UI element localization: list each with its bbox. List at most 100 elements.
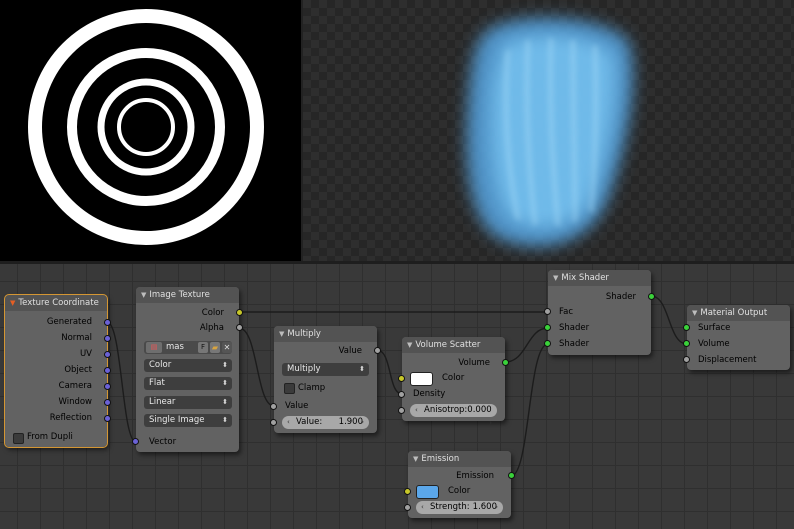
- input-color: Color: [442, 373, 465, 383]
- dropdown-arrows-icon: ⬍: [359, 365, 365, 373]
- socket-window[interactable]: [104, 399, 111, 406]
- node-header[interactable]: ▼ Multiply: [274, 326, 377, 342]
- collapse-triangle-icon[interactable]: ▼: [413, 451, 418, 467]
- node-header[interactable]: ▼ Volume Scatter: [402, 337, 505, 353]
- strength-field[interactable]: ‹ Strength: 1.600 ›: [416, 501, 503, 514]
- socket-uv[interactable]: [104, 351, 111, 358]
- texture-coordinate-node[interactable]: ▼ Texture Coordinate Generated Normal UV …: [4, 294, 111, 448]
- anisotropy-value: 0.000: [467, 405, 492, 415]
- node-header[interactable]: ▼ Texture Coordinate: [5, 295, 107, 311]
- collapse-triangle-icon[interactable]: ▼: [10, 295, 15, 311]
- input-value: Value: [285, 401, 309, 411]
- socket-alpha[interactable]: [236, 324, 243, 331]
- input-fac: Fac: [559, 307, 573, 317]
- socket-color-in[interactable]: [404, 488, 411, 495]
- multiply-node[interactable]: ▼ Multiply Value Multiply ⬍ Clamp Value ‹ …: [270, 326, 381, 433]
- input-volume: Volume: [698, 339, 730, 349]
- clamp-checkbox[interactable]: [284, 383, 295, 394]
- image-selector[interactable]: ▤ mas F ▰ ✕: [144, 341, 232, 354]
- output-volume: Volume: [458, 358, 490, 368]
- decrement-arrow-icon[interactable]: ‹: [415, 404, 418, 417]
- mix-shader-node[interactable]: ▼ Mix Shader Shader Fac Shader Shader: [544, 270, 655, 355]
- collapse-triangle-icon[interactable]: ▼: [141, 287, 146, 303]
- collapse-triangle-icon[interactable]: ▼: [553, 270, 558, 286]
- increment-arrow-icon[interactable]: ›: [489, 417, 492, 430]
- socket-shader-in-1[interactable]: [544, 324, 551, 331]
- collapse-triangle-icon[interactable]: ▼: [407, 337, 412, 353]
- socket-camera[interactable]: [104, 383, 111, 390]
- input-vector: Vector: [149, 437, 177, 447]
- image-browse-icon[interactable]: ▤: [146, 342, 162, 353]
- output-reflection: Reflection: [49, 413, 92, 423]
- output-normal: Normal: [61, 333, 92, 343]
- socket-surface-in[interactable]: [683, 324, 690, 331]
- node-header[interactable]: ▼ Mix Shader: [548, 270, 651, 286]
- from-dupli-label: From Dupli: [27, 432, 73, 442]
- socket-shader-in-2[interactable]: [544, 340, 551, 347]
- output-camera: Camera: [58, 381, 92, 391]
- socket-anisotropy-in[interactable]: [398, 407, 405, 414]
- anisotropy-field[interactable]: ‹ Anisotrop:0.000 ›: [410, 404, 497, 427]
- from-dupli-checkbox[interactable]: [13, 433, 24, 444]
- scatter-color-swatch[interactable]: [410, 372, 433, 386]
- node-header[interactable]: ▼ Image Texture: [136, 287, 239, 303]
- collapse-triangle-icon[interactable]: ▼: [279, 326, 284, 342]
- operation-dropdown[interactable]: Multiply ⬍: [282, 363, 369, 376]
- value-label: Value:: [296, 417, 323, 427]
- increment-arrow-icon[interactable]: ›: [495, 501, 498, 514]
- socket-shader-out[interactable]: [648, 293, 655, 300]
- socket-emission-out[interactable]: [508, 472, 515, 479]
- emission-node[interactable]: ▼ Emission Emission Color ‹ Strength: 1.6…: [404, 451, 515, 518]
- socket-reflection[interactable]: [104, 415, 111, 422]
- projection-dropdown[interactable]: Flat ⬍: [144, 377, 232, 390]
- input-shader-2: Shader: [559, 339, 590, 349]
- interpolation-value: Linear: [149, 397, 176, 407]
- strength-label: Strength:: [430, 502, 470, 512]
- socket-normal[interactable]: [104, 335, 111, 342]
- dropdown-arrows-icon: ⬍: [222, 416, 228, 424]
- socket-vector[interactable]: [132, 438, 139, 445]
- socket-strength-in[interactable]: [404, 504, 411, 511]
- socket-value-in-1[interactable]: [270, 403, 277, 410]
- output-value: Value: [338, 346, 362, 356]
- value-number: 1.900: [338, 417, 363, 427]
- decrement-arrow-icon[interactable]: ‹: [421, 501, 424, 514]
- image-name[interactable]: mas: [166, 341, 184, 354]
- volume-scatter-node[interactable]: ▼ Volume Scatter Volume Color Density ‹ A…: [398, 337, 509, 427]
- socket-value-in-2[interactable]: [270, 419, 277, 426]
- dropdown-arrows-icon: ⬍: [222, 398, 228, 406]
- material-output-node[interactable]: ▼ Material Output Surface Volume Displace…: [683, 305, 790, 370]
- socket-generated[interactable]: [104, 319, 111, 326]
- input-color: Color: [448, 486, 471, 496]
- color-space-dropdown[interactable]: Color ⬍: [144, 359, 232, 372]
- socket-density-in[interactable]: [398, 391, 405, 398]
- output-object: Object: [64, 365, 92, 375]
- dropdown-arrows-icon: ⬍: [222, 361, 228, 369]
- socket-volume-out[interactable]: [502, 359, 509, 366]
- node-title: Multiply: [287, 329, 321, 339]
- value-field[interactable]: ‹ Value: 1.900 ›: [282, 416, 369, 429]
- socket-fac-in[interactable]: [544, 308, 551, 315]
- source-dropdown[interactable]: Single Image ⬍: [144, 414, 232, 427]
- image-texture-node[interactable]: ▼ Image Texture Color Alpha ▤ mas F ▰ ✕ C…: [132, 287, 243, 452]
- socket-object[interactable]: [104, 367, 111, 374]
- open-folder-icon[interactable]: ▰: [210, 342, 220, 353]
- fake-user-button[interactable]: F: [198, 342, 208, 353]
- node-title: Material Output: [700, 308, 768, 318]
- increment-arrow-icon[interactable]: ›: [361, 416, 364, 429]
- input-surface: Surface: [698, 323, 731, 333]
- node-links: [106, 295, 688, 477]
- emission-color-swatch[interactable]: [416, 485, 439, 499]
- collapse-triangle-icon[interactable]: ▼: [692, 305, 697, 321]
- socket-displacement-in[interactable]: [683, 356, 690, 363]
- interpolation-dropdown[interactable]: Linear ⬍: [144, 396, 232, 409]
- socket-value-out[interactable]: [374, 347, 381, 354]
- decrement-arrow-icon[interactable]: ‹: [287, 416, 290, 429]
- input-shader-1: Shader: [559, 323, 590, 333]
- socket-color-in[interactable]: [398, 375, 405, 382]
- socket-volume-in[interactable]: [683, 340, 690, 347]
- socket-color[interactable]: [236, 309, 243, 316]
- node-header[interactable]: ▼ Material Output: [687, 305, 790, 321]
- node-header[interactable]: ▼ Emission: [408, 451, 511, 467]
- unlink-icon[interactable]: ✕: [222, 342, 232, 353]
